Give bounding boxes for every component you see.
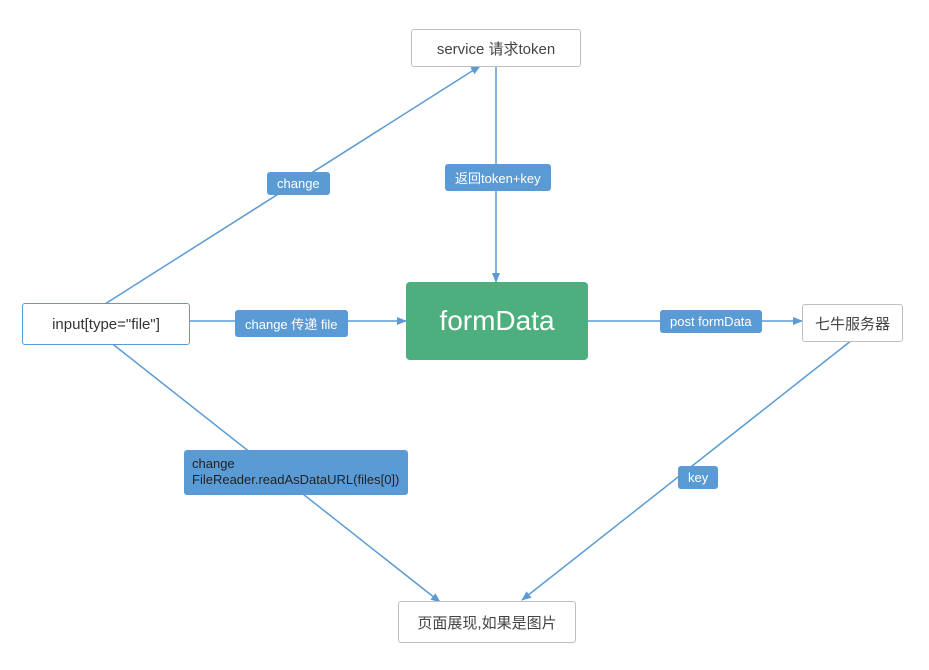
edge-label-change-pass-file: change 传递 file (235, 310, 348, 337)
node-formData: formData (406, 282, 588, 360)
node-qiniu: 七牛服务器 (802, 304, 903, 342)
edge-label-post-formdata: post formData (660, 310, 762, 333)
node-service: service 请求token (411, 29, 581, 67)
node-display: 页面展现,如果是图片 (398, 601, 576, 643)
node-input: input[type="file"] (22, 303, 190, 345)
edge-label-return-token-key: 返回token+key (445, 164, 551, 191)
diagram-canvas: { "nodes": { "service": { "label": "serv… (0, 0, 929, 670)
edge-label-key: key (678, 466, 718, 489)
edge-label-change: change (267, 172, 330, 195)
edge-label-filereader: change FileReader.readAsDataURL(files[0]… (184, 450, 408, 495)
